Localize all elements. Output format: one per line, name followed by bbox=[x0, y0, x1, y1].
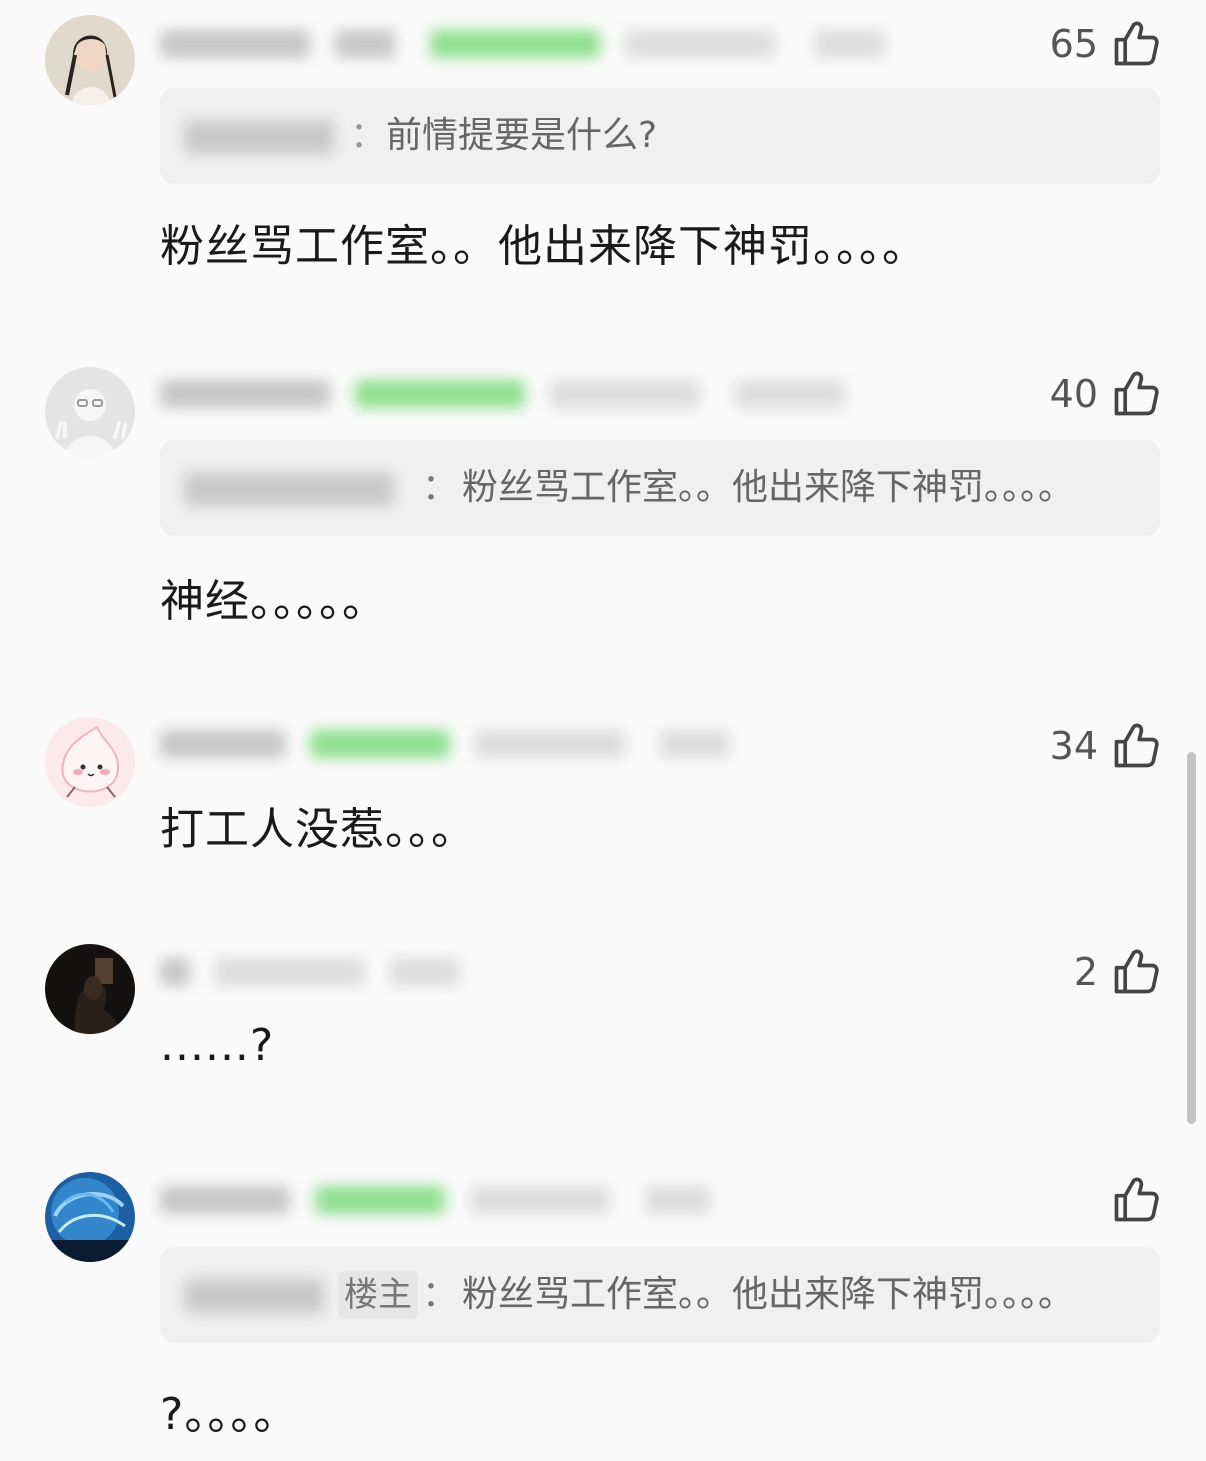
like-button[interactable]: 40 bbox=[1050, 366, 1162, 422]
thumbs-up-icon bbox=[1110, 720, 1162, 772]
user-meta[interactable] bbox=[160, 950, 900, 990]
avatar-blue-swirl-icon bbox=[45, 1172, 135, 1262]
comment-text: 粉丝骂工作室。。他出来降下神罚。。。。 bbox=[160, 221, 927, 272]
thumbs-up-icon bbox=[1110, 368, 1162, 420]
avatar[interactable] bbox=[45, 717, 135, 807]
comment-text: 打工人没惹。。。 bbox=[160, 804, 476, 855]
quoted-username bbox=[184, 472, 394, 506]
scrollbar[interactable] bbox=[1187, 752, 1196, 1124]
owner-tag: 楼主 bbox=[338, 1271, 418, 1319]
quote-text: 前情提要是什么? bbox=[386, 115, 658, 156]
quote-text: 粉丝骂工作室。。他出来降下神罚。。。。 bbox=[462, 1274, 1075, 1315]
like-button[interactable]: 65 bbox=[1050, 16, 1162, 72]
like-count: 65 bbox=[1049, 22, 1098, 66]
user-meta[interactable] bbox=[160, 1178, 900, 1218]
avatar[interactable] bbox=[45, 15, 135, 105]
reply-quote[interactable]: 楼主 ： 粉丝骂工作室。。他出来降下神罚。。。。 bbox=[160, 1247, 1160, 1343]
thumbs-up-icon bbox=[1110, 1174, 1162, 1226]
comment-text: 神经。。。。。 bbox=[160, 576, 387, 627]
quote-separator: ： bbox=[422, 1274, 459, 1315]
reply-quote[interactable]: ： 粉丝骂工作室。。他出来降下神罚。。。。 bbox=[160, 440, 1160, 536]
avatar[interactable] bbox=[45, 367, 135, 457]
like-count: 34 bbox=[1049, 724, 1098, 768]
avatar-silhouette-icon bbox=[45, 944, 135, 1034]
like-count: 2 bbox=[1073, 950, 1098, 994]
like-button[interactable]: 2 bbox=[1074, 944, 1162, 1000]
quote-separator: ： bbox=[422, 467, 459, 508]
user-meta[interactable] bbox=[160, 372, 900, 412]
avatar[interactable] bbox=[45, 944, 135, 1034]
like-button[interactable]: 34 bbox=[1050, 718, 1162, 774]
like-count: 40 bbox=[1049, 372, 1098, 416]
thumbs-up-icon bbox=[1110, 946, 1162, 998]
avatar-peach-icon bbox=[45, 717, 135, 807]
quote-text: 粉丝骂工作室。。他出来降下神罚。。。。 bbox=[462, 467, 1075, 508]
quote-separator: ： bbox=[350, 115, 387, 156]
avatar-default-icon bbox=[45, 367, 135, 457]
quoted-username bbox=[184, 120, 334, 154]
user-meta[interactable] bbox=[160, 722, 900, 762]
quoted-username bbox=[184, 1279, 324, 1313]
avatar[interactable] bbox=[45, 1172, 135, 1262]
comment-text: ......? bbox=[160, 1020, 275, 1071]
comment-text: ?。。。。 bbox=[160, 1389, 299, 1440]
avatar-girl-icon bbox=[45, 15, 135, 105]
like-button[interactable] bbox=[1098, 1172, 1162, 1228]
reply-quote[interactable]: ： 前情提要是什么? bbox=[160, 88, 1160, 184]
user-meta[interactable] bbox=[160, 22, 900, 62]
thumbs-up-icon bbox=[1110, 18, 1162, 70]
